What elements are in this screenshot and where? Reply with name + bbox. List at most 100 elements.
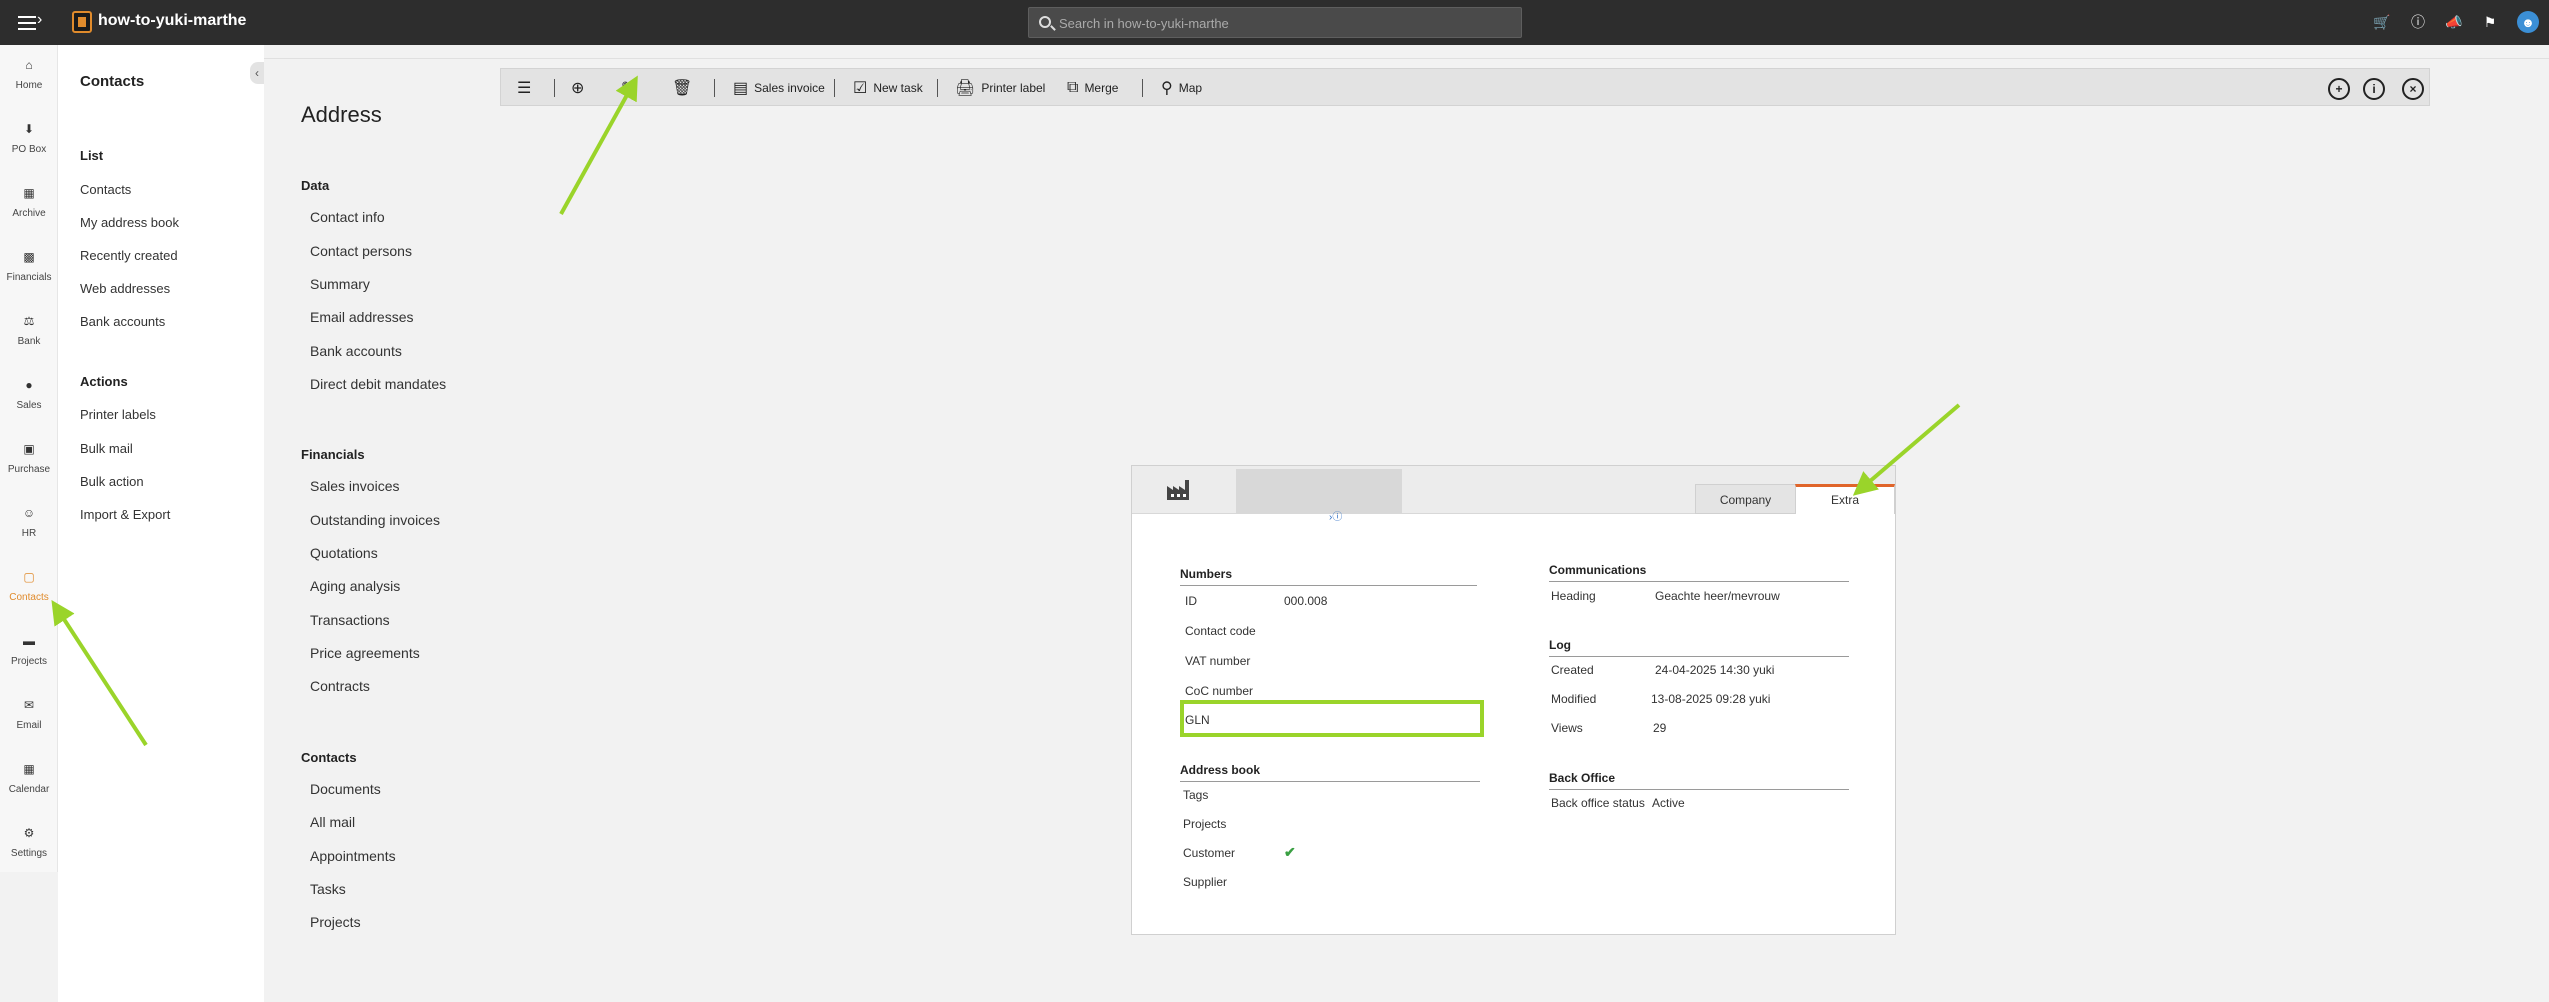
section-link-tasks[interactable]: Tasks (310, 881, 346, 897)
list-toggle-button[interactable]: ☰ (517, 78, 537, 98)
heading-label: Heading (1551, 589, 1596, 603)
card-header: Company Extra (1132, 466, 1895, 514)
supplier-label: Supplier (1183, 875, 1228, 889)
section-link-all-mail[interactable]: All mail (310, 814, 355, 830)
new-task-button[interactable]: ☑ New task (853, 78, 923, 98)
rail-item-archive[interactable]: ▦ Archive (0, 173, 58, 233)
merge-button[interactable]: ⧉ Merge (1067, 78, 1118, 98)
section-link-bank-accounts[interactable]: Bank accounts (310, 343, 402, 359)
subnav-item-import-export[interactable]: Import & Export (80, 507, 170, 522)
add-button[interactable]: ⊕ (571, 78, 590, 98)
chevron-right-icon[interactable]: › (37, 11, 42, 29)
app-title[interactable]: how-to-yuki-marthe (98, 12, 246, 30)
section-link-outstanding-invoices[interactable]: Outstanding invoices (310, 512, 440, 528)
section-link-contact-persons[interactable]: Contact persons (310, 243, 412, 259)
trash-icon: 🗑 (672, 80, 693, 97)
section-heading-financials: Financials (301, 447, 365, 462)
page-title: Address (301, 102, 382, 127)
rail-item-email[interactable]: ✉ Email (0, 685, 58, 745)
customer-label: Customer (1183, 846, 1236, 860)
section-link-contracts[interactable]: Contracts (310, 678, 370, 694)
subnav-item-my-address-book[interactable]: My address book (80, 215, 179, 230)
rail-item-bank[interactable]: ⚖ Bank (0, 301, 58, 361)
folder-icon: ▬ (23, 634, 35, 648)
log-heading: Log (1549, 638, 1849, 657)
rail-item-home[interactable]: ⌂ Home (0, 45, 58, 105)
search-input[interactable] (1059, 12, 1509, 34)
gear-icon: ⚙ (23, 826, 35, 840)
add-circle-button[interactable]: + (2328, 78, 2350, 100)
search-box[interactable] (1028, 7, 1522, 38)
inbox-icon: ⬇ (23, 122, 35, 136)
section-link-documents[interactable]: Documents (310, 781, 381, 797)
rail-item-projects[interactable]: ▬ Projects (0, 621, 58, 681)
rail-item-po-box[interactable]: ⬇ PO Box (0, 109, 58, 169)
subnav-item-recently-created[interactable]: Recently created (80, 248, 178, 263)
printer-icon: 🖨 (955, 80, 976, 97)
calendar-icon: ▦ (23, 762, 35, 776)
rail-item-calendar[interactable]: ▦ Calendar (0, 749, 58, 809)
plus-icon: + (2335, 82, 2343, 96)
rail-item-hr[interactable]: ☺ HR (0, 493, 58, 553)
rail-item-settings[interactable]: ⚙ Settings (0, 813, 58, 873)
rail-item-contacts[interactable]: ▢ Contacts (0, 557, 58, 617)
collapse-subnav-button[interactable]: ‹ (250, 62, 264, 84)
subnav-item-bulk-action[interactable]: Bulk action (80, 474, 144, 489)
map-button[interactable]: ⚲ Map (1161, 78, 1202, 98)
sales-invoice-button[interactable]: ▤ Sales invoice (733, 78, 825, 98)
address-book-heading: Address book (1180, 763, 1480, 782)
section-link-summary[interactable]: Summary (310, 276, 370, 292)
info-icon[interactable]: ⓘ (2409, 13, 2427, 31)
id-value: 000.008 (1284, 594, 1328, 608)
subnav-item-printer-labels[interactable]: Printer labels (80, 407, 156, 422)
views-label: Views (1551, 721, 1583, 735)
edit-button[interactable]: ✎ (621, 78, 640, 98)
tab-extra[interactable]: Extra (1795, 484, 1895, 514)
bookmark-icon[interactable]: ⚑ (2481, 13, 2499, 31)
back-office-status-label: Back office status (1551, 796, 1645, 810)
section-link-contact-info[interactable]: Contact info (310, 209, 385, 225)
subnav-item-bulk-mail[interactable]: Bulk mail (80, 441, 133, 456)
info-icon[interactable]: ›ⓘ (1329, 508, 1342, 523)
contact-name-box (1236, 469, 1402, 513)
back-office-status-value: Active (1652, 796, 1685, 810)
section-link-sales-invoices[interactable]: Sales invoices (310, 478, 400, 494)
contact-code-label: Contact code (1185, 624, 1256, 638)
chart-icon: ▩ (23, 250, 35, 264)
info-button[interactable]: i (2363, 78, 2385, 100)
subnav-item-web-addresses[interactable]: Web addresses (80, 281, 170, 296)
section-link-transactions[interactable]: Transactions (310, 612, 390, 628)
map-pin-icon: ⚲ (1161, 80, 1173, 97)
mail-icon: ✉ (23, 698, 35, 712)
subnav-heading-list: List (80, 148, 104, 163)
section-link-projects[interactable]: Projects (310, 914, 361, 930)
section-link-quotations[interactable]: Quotations (310, 545, 378, 561)
subnav-item-contacts[interactable]: Contacts (80, 182, 131, 197)
toolbar: ☰ ⊕ ✎ 🗑 ▤ Sales invoice ☑ New task 🖨 Printe… (500, 68, 2430, 106)
cart-icon[interactable]: 🛒 (2373, 13, 2391, 31)
section-link-email-addresses[interactable]: Email addresses (310, 309, 414, 325)
close-button[interactable]: × (2402, 78, 2424, 100)
megaphone-icon[interactable]: 📣 (2445, 13, 2463, 31)
delete-button[interactable]: 🗑 (672, 78, 698, 98)
section-link-price-agreements[interactable]: Price agreements (310, 645, 420, 661)
printer-label-button[interactable]: 🖨 Printer label (955, 78, 1045, 98)
tab-company[interactable]: Company (1695, 484, 1796, 514)
people-icon: ☺ (22, 506, 36, 520)
section-link-appointments[interactable]: Appointments (310, 848, 396, 864)
rail-item-purchase[interactable]: ▣ Purchase (0, 429, 58, 489)
section-link-direct-debit-mandates[interactable]: Direct debit mandates (310, 376, 446, 392)
checkmark-icon: ✔ (1284, 844, 1296, 860)
subnav-item-bank-accounts[interactable]: Bank accounts (80, 314, 165, 329)
modified-label: Modified (1551, 692, 1597, 706)
vat-number-label: VAT number (1185, 654, 1251, 668)
tags-label: Tags (1183, 788, 1209, 802)
modified-value: 13-08-2025 09:28 yuki (1651, 692, 1771, 706)
rail-item-financials[interactable]: ▩ Financials (0, 237, 58, 297)
rail-item-sales[interactable]: ● Sales (0, 365, 58, 425)
created-label: Created (1551, 663, 1594, 677)
section-heading-data: Data (301, 178, 330, 193)
user-avatar-icon[interactable]: ☻ (2517, 11, 2539, 33)
section-link-aging-analysis[interactable]: Aging analysis (310, 578, 400, 594)
invoice-icon: ▤ (733, 80, 749, 97)
